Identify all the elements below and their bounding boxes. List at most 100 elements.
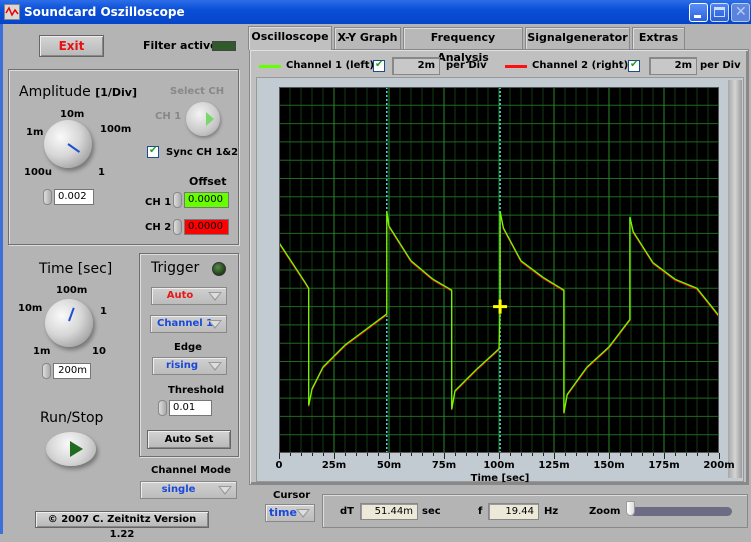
trigger-mode-dropdown[interactable]: Auto bbox=[151, 287, 227, 305]
x-minor-tick bbox=[356, 453, 357, 456]
minimize-button[interactable] bbox=[689, 3, 708, 22]
edge-label: Edge bbox=[174, 342, 202, 353]
exit-button[interactable]: Exit bbox=[39, 35, 104, 57]
amplitude-spinner[interactable] bbox=[43, 189, 52, 205]
x-minor-tick bbox=[345, 453, 346, 456]
x-minor-tick bbox=[708, 453, 709, 456]
trigger-edge-dropdown[interactable]: rising bbox=[152, 357, 227, 375]
run-stop-label: Run/Stop bbox=[40, 410, 104, 426]
x-minor-tick bbox=[598, 453, 599, 456]
x-major-tick bbox=[279, 453, 280, 459]
cursor-mode-value: time bbox=[269, 506, 297, 519]
minimize-icon bbox=[694, 15, 701, 18]
tab-extras[interactable]: Extras bbox=[632, 27, 685, 49]
channel1-checkbox[interactable] bbox=[373, 59, 385, 72]
x-minor-tick bbox=[620, 453, 621, 456]
x-tick-label: 25m bbox=[321, 460, 347, 471]
tab-signalgenerator[interactable]: Signalgenerator bbox=[525, 27, 630, 49]
offset-ch1-spinner[interactable] bbox=[173, 192, 182, 208]
x-minor-tick bbox=[477, 453, 478, 456]
x-minor-tick bbox=[367, 453, 368, 456]
amp-knob-label-10m: 10m bbox=[60, 109, 85, 120]
trigger-source-dropdown[interactable]: Channel 1 bbox=[150, 315, 227, 333]
x-axis-title: Time [sec] bbox=[470, 473, 530, 484]
app-icon bbox=[4, 4, 20, 20]
channel1-per-div-label: per Div bbox=[446, 60, 487, 71]
run-stop-button[interactable] bbox=[46, 432, 96, 466]
zoom-slider-track[interactable] bbox=[630, 507, 732, 516]
x-tick-label: 200m bbox=[703, 460, 735, 471]
trigger-mode-value: Auto bbox=[166, 290, 194, 301]
play-icon bbox=[70, 441, 83, 457]
cursor-mode-dropdown[interactable]: time bbox=[265, 504, 315, 522]
x-minor-tick bbox=[576, 453, 577, 456]
time-spinner[interactable] bbox=[42, 363, 51, 379]
x-minor-tick bbox=[631, 453, 632, 456]
close-icon: ✕ bbox=[735, 4, 747, 20]
threshold-value[interactable]: 0.01 bbox=[169, 400, 212, 416]
tab-oscilloscope[interactable]: Oscilloscope bbox=[248, 26, 332, 50]
offset-ch1-value[interactable]: 0.0000 bbox=[184, 192, 229, 208]
channel1-label: Channel 1 (left) bbox=[286, 60, 375, 71]
threshold-spinner[interactable] bbox=[158, 400, 167, 416]
x-minor-tick bbox=[323, 453, 324, 456]
channel-mode-dropdown[interactable]: single bbox=[140, 481, 237, 499]
channel2-checkbox[interactable] bbox=[628, 59, 640, 72]
tab-xy-graph[interactable]: X-Y Graph bbox=[334, 27, 401, 49]
chevron-down-icon bbox=[208, 292, 222, 301]
x-minor-tick bbox=[697, 453, 698, 456]
graph-scrollbar[interactable] bbox=[728, 80, 742, 478]
time-knob-needle bbox=[68, 307, 75, 322]
zoom-slider-thumb[interactable] bbox=[626, 501, 635, 516]
channel2-per-div[interactable]: 2m bbox=[649, 57, 697, 75]
time-knob-label-1: 1 bbox=[100, 306, 107, 317]
zoom-label: Zoom bbox=[589, 506, 621, 517]
x-minor-tick bbox=[411, 453, 412, 456]
x-major-tick bbox=[334, 453, 335, 459]
x-major-tick bbox=[499, 453, 500, 459]
sync-label: Sync CH 1&2 bbox=[166, 147, 239, 158]
x-minor-tick bbox=[488, 453, 489, 456]
filter-active-label: Filter active bbox=[143, 39, 218, 52]
oscilloscope-plot[interactable] bbox=[279, 87, 719, 453]
amp-knob-label-1: 1 bbox=[98, 167, 105, 178]
close-button[interactable]: ✕ bbox=[731, 3, 750, 22]
amplitude-value[interactable]: 0.002 bbox=[54, 189, 94, 205]
x-minor-tick bbox=[565, 453, 566, 456]
select-ch-button[interactable] bbox=[186, 102, 220, 136]
x-major-tick bbox=[664, 453, 665, 459]
x-major-tick bbox=[609, 453, 610, 459]
amp-knob-label-1m: 1m bbox=[26, 127, 44, 138]
offset-ch2-spinner[interactable] bbox=[173, 219, 182, 235]
x-minor-tick bbox=[422, 453, 423, 456]
time-knob[interactable] bbox=[45, 299, 93, 347]
dt-label: dT bbox=[340, 506, 354, 517]
x-major-tick bbox=[444, 453, 445, 459]
tab-frequency-analysis[interactable]: Frequency Analysis bbox=[403, 27, 523, 64]
offset-ch2-value[interactable]: 0.0000 bbox=[184, 219, 229, 235]
x-tick-label: 125m bbox=[538, 460, 570, 471]
chevron-down-icon bbox=[296, 509, 310, 518]
amplitude-knob[interactable] bbox=[44, 120, 92, 168]
dt-value: 51.44m bbox=[360, 503, 418, 520]
maximize-button[interactable] bbox=[710, 3, 729, 22]
x-minor-tick bbox=[642, 453, 643, 456]
auto-set-button[interactable]: Auto Set bbox=[147, 430, 231, 449]
channel1-legend-line bbox=[259, 65, 281, 68]
x-tick-label: 75m bbox=[431, 460, 457, 471]
threshold-label: Threshold bbox=[168, 385, 225, 396]
sync-checkbox[interactable] bbox=[147, 145, 159, 158]
channel-mode-value: single bbox=[161, 484, 196, 495]
trigger-panel bbox=[139, 253, 239, 457]
x-minor-tick bbox=[312, 453, 313, 456]
trigger-title: Trigger bbox=[151, 260, 200, 276]
x-minor-tick bbox=[466, 453, 467, 456]
time-value[interactable]: 200m bbox=[53, 363, 91, 379]
x-tick-label: 100m bbox=[483, 460, 515, 471]
x-minor-tick bbox=[301, 453, 302, 456]
channel1-per-div[interactable]: 2m bbox=[392, 57, 440, 75]
f-label: f bbox=[478, 506, 483, 517]
x-major-tick bbox=[719, 453, 720, 459]
amp-knob-label-100m: 100m bbox=[100, 124, 132, 135]
x-minor-tick bbox=[400, 453, 401, 456]
